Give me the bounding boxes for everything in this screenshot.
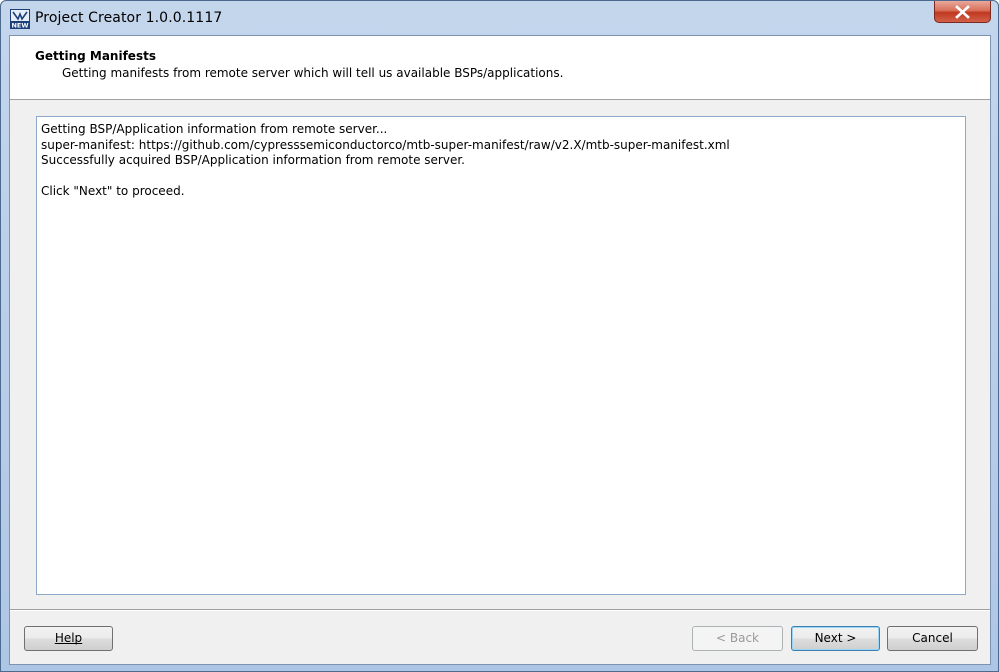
project-creator-window: NEW Project Creator 1.0.0.1117 Getting M… <box>0 0 999 672</box>
help-button[interactable]: Help <box>24 626 113 651</box>
dialog-client-area: Getting Manifests Getting manifests from… <box>9 35 991 665</box>
help-button-label: Help <box>54 631 83 645</box>
log-output-box[interactable]: Getting BSP/Application information from… <box>36 116 966 595</box>
next-button-label: Next > <box>814 631 857 645</box>
close-icon <box>955 5 970 19</box>
next-button[interactable]: Next > <box>791 626 880 651</box>
log-line: Click "Next" to proceed. <box>41 184 185 198</box>
project-creator-new-icon: NEW <box>10 9 30 29</box>
wizard-header: Getting Manifests Getting manifests from… <box>10 36 990 100</box>
page-subtitle: Getting manifests from remote server whi… <box>62 66 564 80</box>
page-title: Getting Manifests <box>35 49 156 63</box>
log-line: Successfully acquired BSP/Application in… <box>41 153 465 167</box>
window-title: Project Creator 1.0.0.1117 <box>35 10 223 26</box>
footer-divider <box>10 609 990 611</box>
back-button-label: < Back <box>715 631 759 645</box>
svg-text:NEW: NEW <box>11 22 28 30</box>
log-line: super-manifest: https://github.com/cypre… <box>41 137 730 152</box>
close-button[interactable] <box>934 1 991 23</box>
cancel-button[interactable]: Cancel <box>887 626 978 651</box>
title-bar[interactable]: NEW Project Creator 1.0.0.1117 <box>1 1 998 35</box>
log-line: Getting BSP/Application information from… <box>41 122 388 136</box>
cancel-button-label: Cancel <box>912 631 953 645</box>
back-button[interactable]: < Back <box>692 626 783 651</box>
